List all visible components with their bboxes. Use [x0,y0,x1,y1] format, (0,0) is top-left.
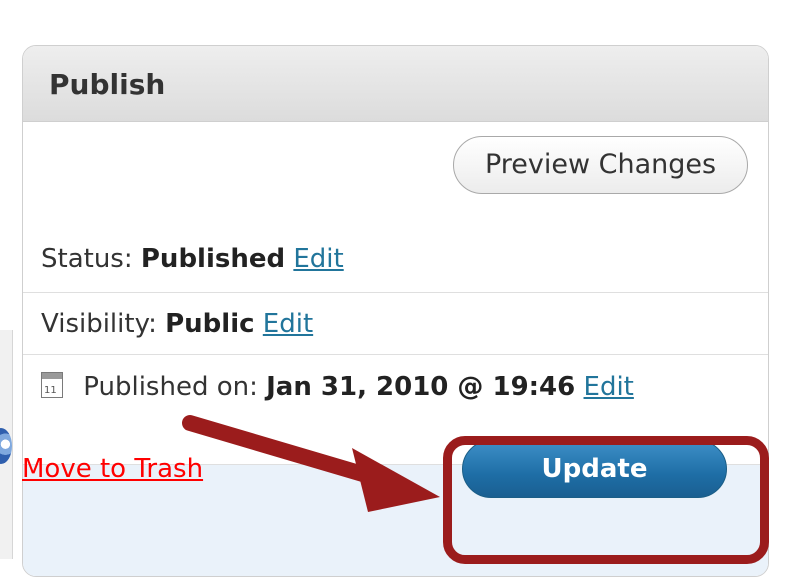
status-label: Status: [41,244,133,274]
published-on-label: Published on: [83,372,258,402]
published-on-edit-link[interactable]: Edit [584,372,634,402]
update-button[interactable]: Update [462,440,727,498]
status-row: Status: Published Edit [41,244,344,274]
publish-box-title: Publish [49,68,166,101]
preview-changes-button[interactable]: Preview Changes [453,136,748,194]
status-value: Published [140,244,286,274]
divider [23,292,768,293]
publish-box-header: Publish [23,46,768,122]
move-to-trash-link[interactable]: Move to Trash [22,454,203,484]
visibility-value: Public [165,309,255,339]
status-edit-link[interactable]: Edit [293,244,343,274]
visibility-edit-link[interactable]: Edit [263,309,313,339]
published-on-row: 11 Published on: Jan 31, 2010 @ 19:46 Ed… [41,372,634,402]
visibility-label: Visibility: [41,309,157,339]
divider [23,354,768,355]
calendar-icon: 11 [41,372,63,398]
visibility-row: Visibility: Public Edit [41,309,313,339]
published-on-value: Jan 31, 2010 @ 19:46 [266,372,576,402]
